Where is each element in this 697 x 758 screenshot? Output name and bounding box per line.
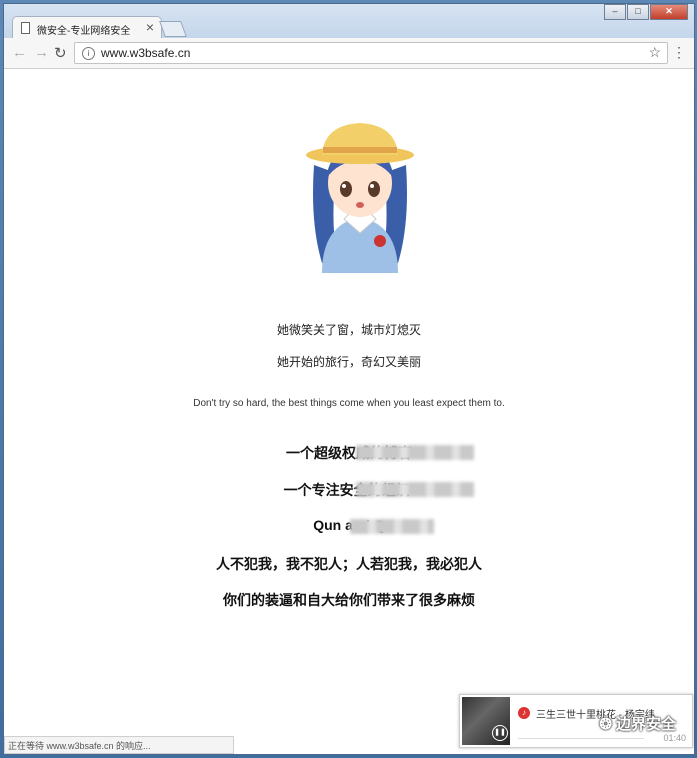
poem-line-1: 她微笑关了窗，城市灯熄灭 bbox=[276, 323, 421, 337]
watermark-text: 边界安全 bbox=[615, 716, 676, 733]
tab-title: 微安全-专业网络安全 bbox=[37, 26, 131, 37]
url-text[interactable]: www.w3bsafe.cn bbox=[101, 46, 190, 60]
menu-icon[interactable]: ⋮ bbox=[672, 44, 686, 61]
anime-girl-illustration bbox=[306, 123, 414, 273]
minimize-button[interactable]: – bbox=[604, 4, 626, 20]
progress-bar[interactable] bbox=[518, 738, 644, 739]
browser-toolbar: ← → ↻ i www.w3bsafe.cn ☆ ⋮ bbox=[4, 38, 694, 69]
qun-line: Qun and Q bbox=[313, 517, 385, 533]
english-quote: Don't try so hard, the best things come … bbox=[193, 398, 505, 409]
window-controls: – □ ✕ bbox=[603, 4, 688, 20]
bookmark-star-icon[interactable]: ☆ bbox=[648, 44, 661, 61]
song-time: 01:40 bbox=[663, 733, 686, 743]
organization-line: 一个专注安全的组织- bbox=[283, 482, 415, 498]
info-icon[interactable]: i bbox=[82, 47, 95, 60]
new-tab-button[interactable] bbox=[159, 21, 187, 37]
title-bar: 微安全-专业网络安全 × – □ ✕ bbox=[4, 4, 694, 41]
wechat-icon: ❂ bbox=[599, 715, 612, 733]
address-bar[interactable]: i www.w3bsafe.cn ☆ bbox=[74, 42, 668, 64]
tab-close-icon[interactable]: × bbox=[146, 19, 154, 35]
window-close-button[interactable]: ✕ bbox=[650, 4, 688, 20]
status-bar: 正在等待 www.w3bsafe.cn 的响应... bbox=[4, 736, 234, 754]
pause-icon[interactable]: ❚❚ bbox=[492, 725, 508, 741]
page-icon bbox=[21, 22, 30, 34]
warning-line: 你们的装逼和自大给你们带来了很多麻烦 bbox=[223, 592, 475, 608]
watermark: ❂ 边界安全 bbox=[599, 713, 676, 734]
motto-line: 人不犯我，我不犯人；人若犯我，我必犯人 bbox=[216, 556, 482, 572]
maximize-button[interactable]: □ bbox=[627, 4, 649, 20]
reload-icon[interactable]: ↻ bbox=[54, 44, 67, 62]
back-arrow-icon[interactable]: ← bbox=[12, 44, 27, 61]
browser-window: 微安全-专业网络安全 × – □ ✕ ← → ↻ i www.w3bsafe.c… bbox=[3, 3, 695, 755]
blog-line: 一个超级权威的博客 bbox=[286, 445, 412, 461]
forward-arrow-icon[interactable]: → bbox=[34, 44, 49, 61]
redaction-blur bbox=[350, 519, 434, 534]
poem-line-2: 她开始的旅行，奇幻又美丽 bbox=[276, 355, 421, 369]
redaction-blur bbox=[356, 445, 474, 460]
page-content: 她微笑关了窗，城市灯熄灭 她开始的旅行，奇幻又美丽 Don't try so h… bbox=[4, 69, 694, 754]
netease-music-icon: ♪ bbox=[518, 707, 530, 719]
redaction-blur bbox=[356, 482, 474, 497]
